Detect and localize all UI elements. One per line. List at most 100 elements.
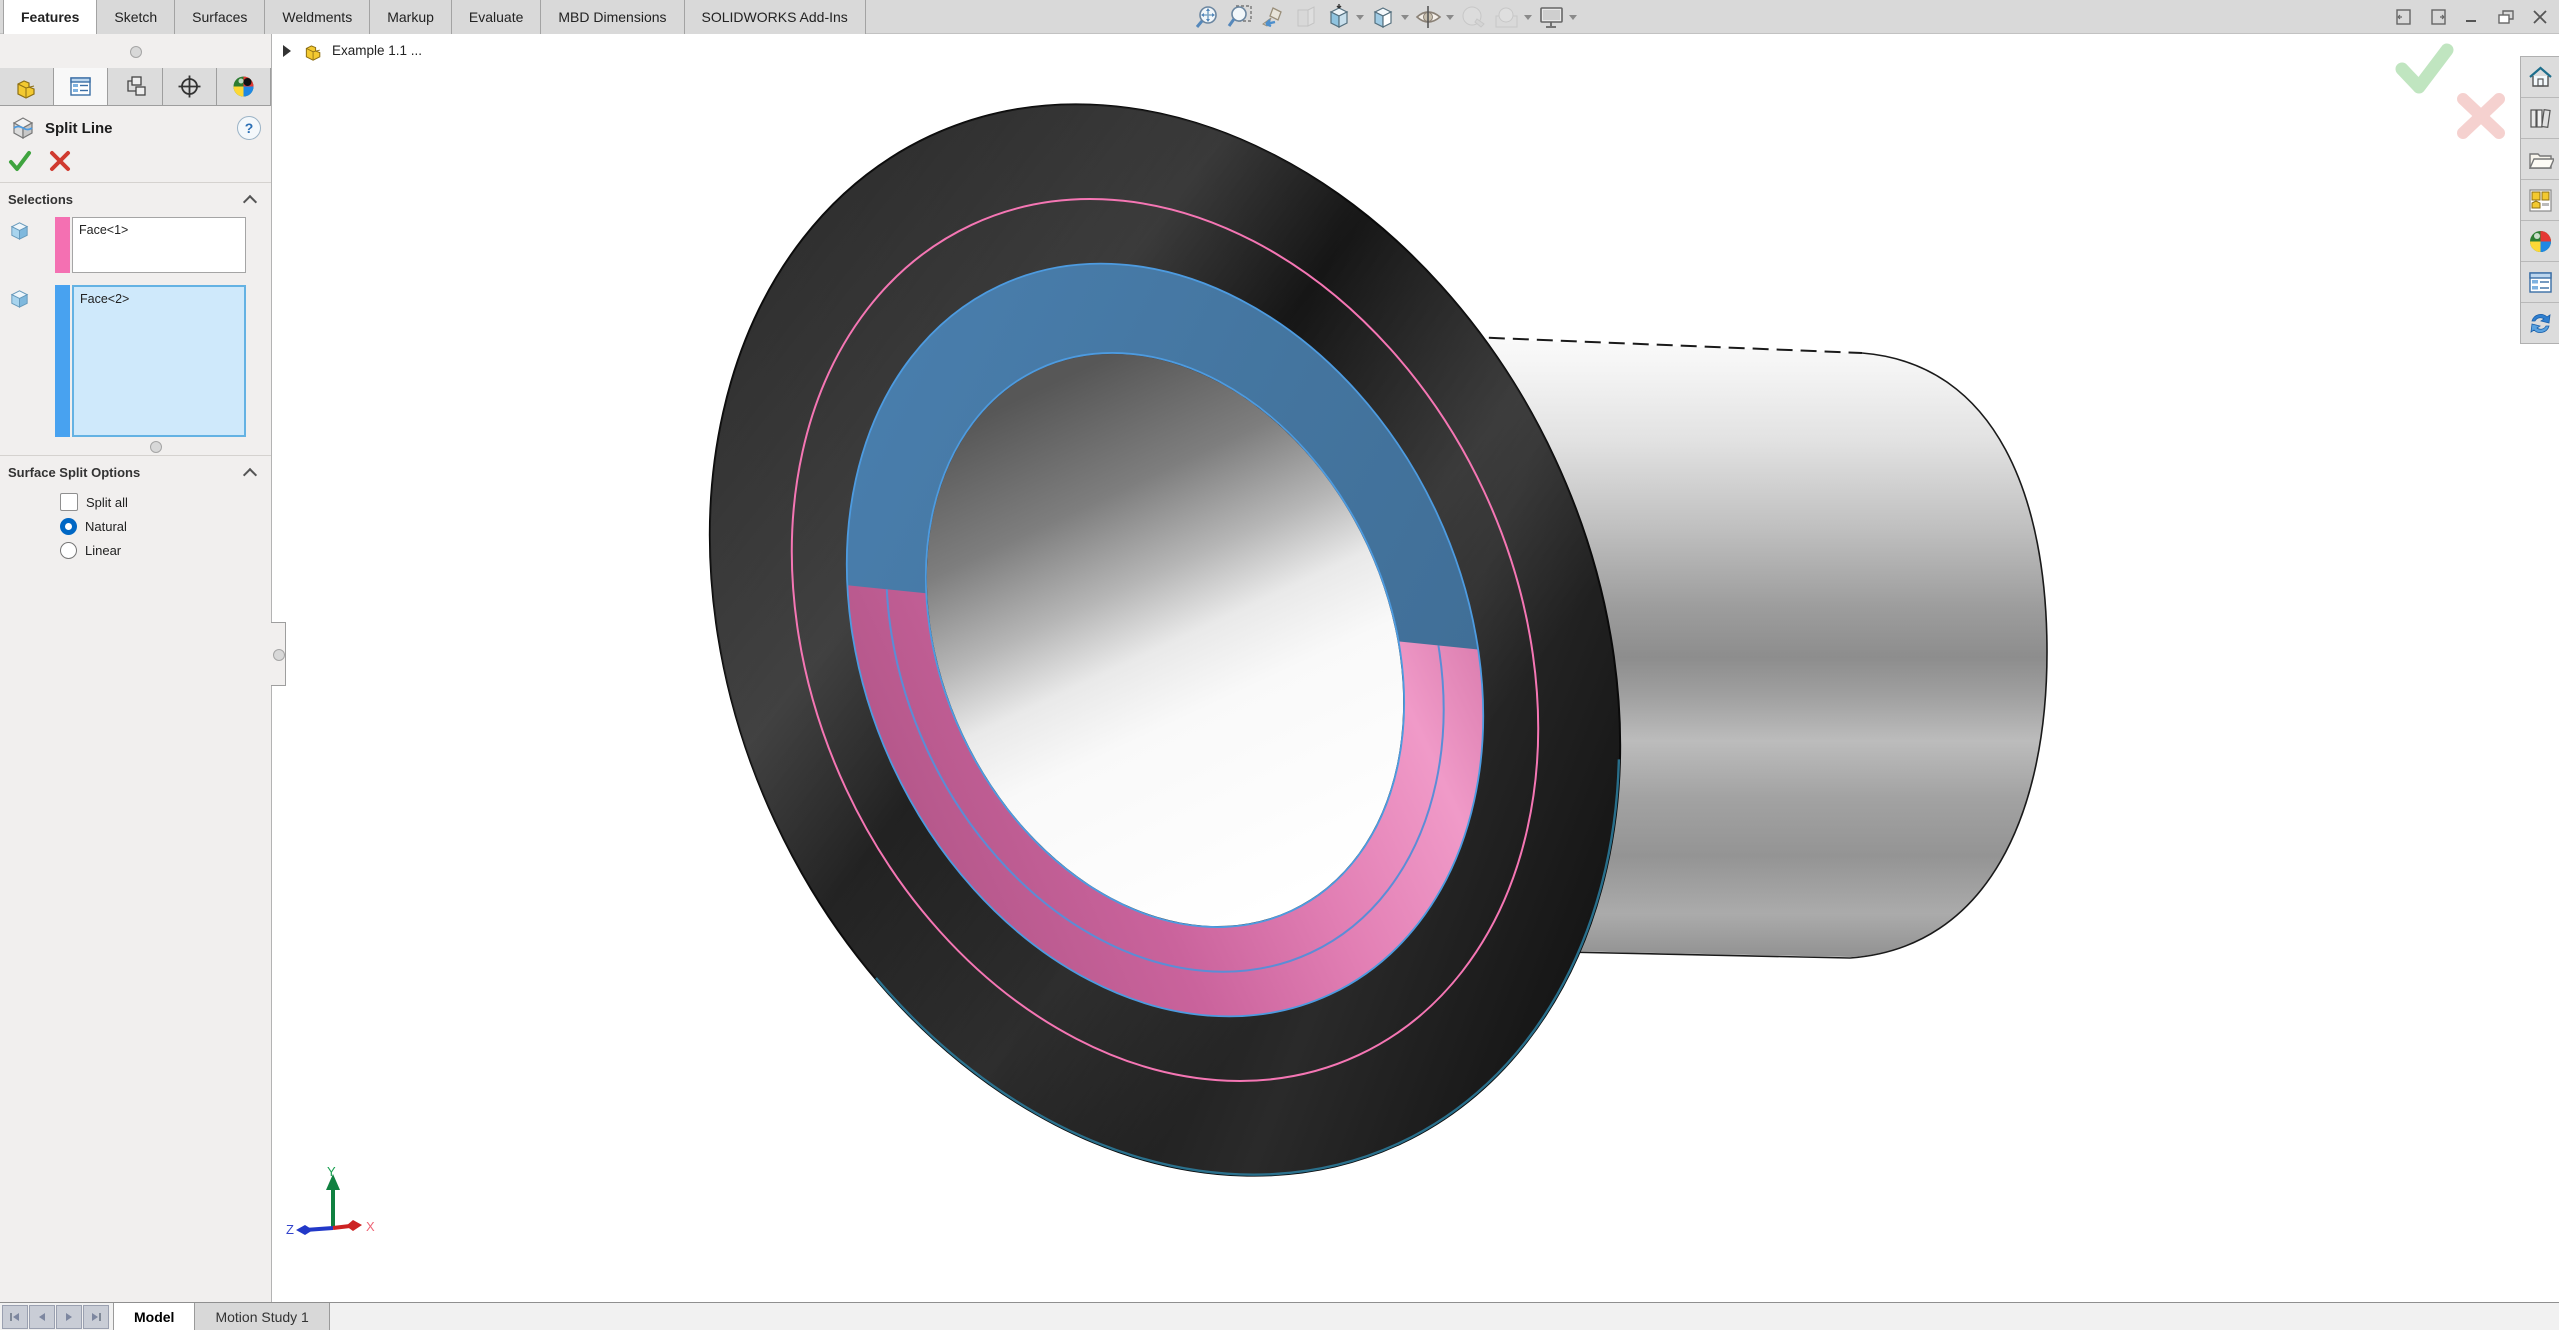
natural-option[interactable]: Natural xyxy=(60,518,271,535)
configuration-icon xyxy=(126,76,146,96)
selection-item-face1[interactable]: Face<1> xyxy=(79,223,128,237)
help-button[interactable]: ? xyxy=(237,116,261,140)
part-icon xyxy=(17,80,35,99)
surface-split-options-header-label: Surface Split Options xyxy=(8,465,141,480)
tab-evaluate[interactable]: Evaluate xyxy=(451,0,542,34)
apply-scene-dropdown-caret[interactable] xyxy=(1524,14,1532,20)
selection-color-swatch-blue xyxy=(55,285,70,437)
split-all-label: Split all xyxy=(86,494,128,510)
display-style-dropdown-caret[interactable] xyxy=(1401,14,1409,20)
view-settings-dropdown-caret[interactable] xyxy=(1569,14,1577,20)
selection-listbox-1[interactable]: Face<1> xyxy=(72,217,246,273)
selection-row-face2: Face<2> xyxy=(0,285,271,453)
natural-radio[interactable] xyxy=(60,518,77,535)
split-line-feature-icon xyxy=(12,117,34,140)
collapse-chevron-icon[interactable] xyxy=(242,194,258,209)
tab-mbd-dimensions[interactable]: MBD Dimensions xyxy=(541,0,685,34)
previous-window-icon[interactable] xyxy=(2395,8,2413,26)
design-library-button[interactable] xyxy=(2521,98,2559,139)
scroll-next-tab-button[interactable] xyxy=(56,1304,82,1329)
property-manager-tab[interactable] xyxy=(54,68,109,105)
zoom-to-area-icon xyxy=(1227,4,1252,27)
model-3d-viewport[interactable]: Y Z X xyxy=(0,0,2559,1302)
previous-view-icon xyxy=(1262,6,1282,27)
dimxpert-manager-tab[interactable] xyxy=(162,68,217,105)
splitter-grip-icon[interactable] xyxy=(130,46,142,58)
configuration-manager-tab[interactable] xyxy=(108,68,163,105)
tab-markup[interactable]: Markup xyxy=(370,0,452,34)
feature-tree-root-label[interactable]: Example 1.1 ... xyxy=(332,43,422,58)
minimize-icon[interactable] xyxy=(2463,8,2481,26)
property-manager-header: Split Line ? xyxy=(0,106,271,148)
confirm-cancel-overlay[interactable] xyxy=(2457,93,2505,139)
tab-sketch[interactable]: Sketch xyxy=(97,0,176,34)
ok-button[interactable] xyxy=(8,150,32,172)
selections-group-header[interactable]: Selections xyxy=(0,183,271,213)
tab-solidworks-add-ins[interactable]: SOLIDWORKS Add-Ins xyxy=(684,0,866,34)
collapse-chevron-icon[interactable] xyxy=(242,467,258,482)
file-explorer-button[interactable] xyxy=(2521,139,2559,180)
hide-show-dropdown-caret[interactable] xyxy=(1446,14,1454,20)
close-icon[interactable] xyxy=(2531,8,2549,26)
surface-split-options-body: Split all Natural Linear xyxy=(0,493,271,559)
splitter-grip-icon[interactable] xyxy=(273,649,285,661)
selection-item-face2[interactable]: Face<2> xyxy=(80,292,129,306)
view-orientation-button[interactable] xyxy=(1322,0,1367,34)
tab-features[interactable]: Features xyxy=(3,0,98,34)
part-icon xyxy=(305,45,321,61)
dimxpert-icon xyxy=(178,75,201,98)
selection-listbox-2[interactable]: Face<2> xyxy=(72,285,246,437)
custom-properties-icon xyxy=(2528,271,2552,293)
view-orientation-icon xyxy=(1329,3,1349,28)
cancel-button[interactable] xyxy=(48,150,72,172)
view-palette-button[interactable] xyxy=(2521,180,2559,221)
prev-tab-icon xyxy=(39,1312,45,1321)
manager-pane-tabs xyxy=(0,68,272,106)
hide-show-items-icon xyxy=(1415,5,1442,28)
linear-radio[interactable] xyxy=(60,542,77,559)
scroll-last-tab-button[interactable] xyxy=(83,1304,109,1329)
model-tab[interactable]: Model xyxy=(113,1303,196,1330)
listbox-resize-grip[interactable] xyxy=(150,441,162,453)
scroll-first-tab-button[interactable] xyxy=(2,1304,28,1329)
forum-sync-icon xyxy=(2529,313,2551,333)
section-view-button[interactable] xyxy=(1289,0,1322,34)
custom-properties-button[interactable] xyxy=(2521,262,2559,303)
edit-appearance-button[interactable] xyxy=(1457,0,1490,34)
feature-manager-tab[interactable] xyxy=(0,68,55,105)
tab-surfaces[interactable]: Surfaces xyxy=(175,0,266,34)
split-all-option[interactable]: Split all xyxy=(60,493,271,511)
previous-view-button[interactable] xyxy=(1256,0,1289,34)
panel-top-splitter[interactable] xyxy=(0,34,271,68)
selection-row-face1: Face<1> xyxy=(0,217,271,273)
zoom-to-area-button[interactable] xyxy=(1223,0,1256,34)
surface-split-options-group-header[interactable]: Surface Split Options xyxy=(0,456,271,486)
display-style-button[interactable] xyxy=(1367,0,1412,34)
scroll-prev-tab-button[interactable] xyxy=(29,1304,55,1329)
window-controls xyxy=(2395,0,2549,34)
restore-icon[interactable] xyxy=(2497,8,2515,26)
tab-weldments[interactable]: Weldments xyxy=(265,0,371,34)
linear-option[interactable]: Linear xyxy=(60,542,271,559)
flyout-feature-tree: Example 1.1 ... xyxy=(283,40,422,61)
solidworks-forum-button[interactable] xyxy=(2521,303,2559,343)
view-settings-button[interactable] xyxy=(1535,0,1580,34)
panel-splitter-handle[interactable] xyxy=(271,622,286,686)
apply-scene-button[interactable] xyxy=(1490,0,1535,34)
selections-header-label: Selections xyxy=(8,192,74,207)
confirm-ok-overlay[interactable] xyxy=(2395,43,2454,94)
zoom-to-fit-button[interactable] xyxy=(1190,0,1223,34)
solidworks-resources-button[interactable] xyxy=(2521,57,2559,98)
hide-show-items-button[interactable] xyxy=(1412,0,1457,34)
motion-study-tab[interactable]: Motion Study 1 xyxy=(195,1303,330,1330)
appearances-scenes-button[interactable] xyxy=(2521,221,2559,262)
next-window-icon[interactable] xyxy=(2429,8,2447,26)
split-all-checkbox[interactable] xyxy=(60,493,78,511)
display-manager-tab[interactable] xyxy=(216,68,272,105)
view-settings-icon xyxy=(1540,6,1563,28)
tree-expand-arrow-icon[interactable] xyxy=(283,44,291,57)
view-orientation-dropdown-caret[interactable] xyxy=(1356,14,1364,20)
command-manager-tabs: Features Sketch Surfaces Weldments Marku… xyxy=(3,0,866,34)
file-explorer-icon xyxy=(2528,152,2554,169)
display-style-icon xyxy=(1373,6,1393,28)
